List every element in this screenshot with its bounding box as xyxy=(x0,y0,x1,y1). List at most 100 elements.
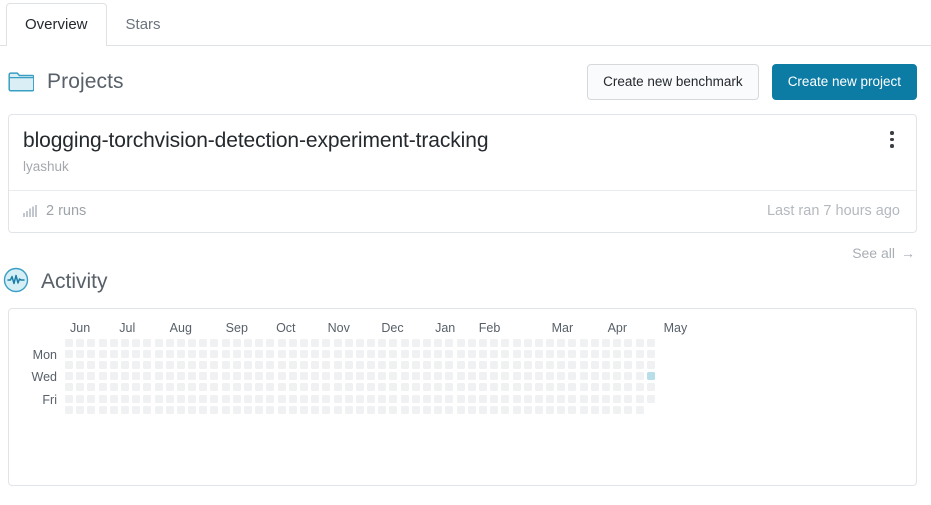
heatmap-day-cell[interactable] xyxy=(523,394,532,403)
heatmap-day-cell[interactable] xyxy=(367,383,376,392)
heatmap-day-cell[interactable] xyxy=(344,394,353,403)
heatmap-day-cell[interactable] xyxy=(367,338,376,347)
heatmap-day-cell[interactable] xyxy=(176,349,185,358)
heatmap-day-cell[interactable] xyxy=(199,372,208,381)
heatmap-day-cell[interactable] xyxy=(400,338,409,347)
heatmap-day-cell[interactable] xyxy=(389,349,398,358)
heatmap-day-cell[interactable] xyxy=(400,361,409,370)
heatmap-day-cell[interactable] xyxy=(188,383,197,392)
heatmap-day-cell[interactable] xyxy=(389,361,398,370)
heatmap-day-cell[interactable] xyxy=(109,394,118,403)
heatmap-day-cell[interactable] xyxy=(501,372,510,381)
heatmap-day-cell[interactable] xyxy=(490,372,499,381)
heatmap-day-cell[interactable] xyxy=(87,361,96,370)
heatmap-day-cell[interactable] xyxy=(534,349,543,358)
heatmap-day-cell[interactable] xyxy=(266,349,275,358)
heatmap-day-cell[interactable] xyxy=(534,383,543,392)
heatmap-day-cell[interactable] xyxy=(445,372,454,381)
heatmap-day-cell[interactable] xyxy=(624,338,633,347)
heatmap-day-cell[interactable] xyxy=(400,349,409,358)
heatmap-day-cell[interactable] xyxy=(98,383,107,392)
heatmap-day-cell[interactable] xyxy=(333,383,342,392)
heatmap-day-cell[interactable] xyxy=(355,394,364,403)
heatmap-day-cell[interactable] xyxy=(176,394,185,403)
heatmap-day-cell[interactable] xyxy=(288,383,297,392)
heatmap-day-cell[interactable] xyxy=(400,383,409,392)
heatmap-day-cell[interactable] xyxy=(389,372,398,381)
heatmap-day-cell[interactable] xyxy=(423,394,431,403)
heatmap-day-cell[interactable] xyxy=(244,394,252,403)
heatmap-day-cell[interactable] xyxy=(188,394,197,403)
heatmap-day-cell[interactable] xyxy=(456,349,465,358)
heatmap-day-cell[interactable] xyxy=(109,338,118,347)
heatmap-day-cell[interactable] xyxy=(602,349,610,358)
heatmap-day-cell[interactable] xyxy=(65,338,73,347)
heatmap-day-cell[interactable] xyxy=(378,405,387,414)
heatmap-day-cell[interactable] xyxy=(154,394,163,403)
heatmap-day-cell[interactable] xyxy=(411,383,420,392)
heatmap-day-cell[interactable] xyxy=(311,361,320,370)
heatmap-day-cell[interactable] xyxy=(143,394,152,403)
heatmap-day-cell[interactable] xyxy=(646,383,655,392)
heatmap-day-cell[interactable] xyxy=(344,349,353,358)
heatmap-day-cell[interactable] xyxy=(635,405,644,414)
heatmap-day-cell[interactable] xyxy=(378,394,387,403)
create-new-project-button[interactable]: Create new project xyxy=(771,64,917,100)
heatmap-day-cell[interactable] xyxy=(120,361,129,370)
heatmap-day-cell[interactable] xyxy=(87,405,96,414)
heatmap-day-cell[interactable] xyxy=(232,361,241,370)
heatmap-day-cell[interactable] xyxy=(613,405,622,414)
heatmap-day-cell[interactable] xyxy=(523,349,532,358)
heatmap-day-cell[interactable] xyxy=(87,372,96,381)
heatmap-day-cell[interactable] xyxy=(311,383,320,392)
heatmap-day-cell[interactable] xyxy=(266,338,275,347)
heatmap-day-cell[interactable] xyxy=(467,394,476,403)
heatmap-day-cell[interactable] xyxy=(534,394,543,403)
heatmap-day-cell[interactable] xyxy=(132,394,141,403)
heatmap-day-cell[interactable] xyxy=(154,372,163,381)
heatmap-day-cell[interactable] xyxy=(523,383,532,392)
heatmap-day-cell[interactable] xyxy=(423,349,431,358)
heatmap-day-cell[interactable] xyxy=(65,349,73,358)
heatmap-day-cell[interactable] xyxy=(624,349,633,358)
heatmap-day-cell[interactable] xyxy=(65,405,73,414)
heatmap-day-cell[interactable] xyxy=(579,394,588,403)
heatmap-day-cell[interactable] xyxy=(176,372,185,381)
heatmap-day-cell[interactable] xyxy=(602,361,610,370)
heatmap-day-cell[interactable] xyxy=(411,405,420,414)
project-card[interactable]: blogging-torchvision-detection-experimen… xyxy=(8,113,917,233)
heatmap-day-cell[interactable] xyxy=(165,383,174,392)
heatmap-day-cell[interactable] xyxy=(266,372,275,381)
heatmap-day-cell[interactable] xyxy=(143,349,152,358)
heatmap-day-cell[interactable] xyxy=(490,394,499,403)
see-all-link[interactable]: See all → xyxy=(852,245,915,261)
heatmap-day-cell[interactable] xyxy=(400,394,409,403)
heatmap-day-cell[interactable] xyxy=(613,361,622,370)
heatmap-day-cell[interactable] xyxy=(490,361,499,370)
heatmap-day-cell[interactable] xyxy=(76,361,85,370)
heatmap-day-cell[interactable] xyxy=(613,338,622,347)
heatmap-day-cell[interactable] xyxy=(434,383,443,392)
heatmap-day-cell[interactable] xyxy=(646,338,655,347)
heatmap-day-cell[interactable] xyxy=(232,338,241,347)
heatmap-day-cell[interactable] xyxy=(445,405,454,414)
heatmap-day-cell[interactable] xyxy=(266,405,275,414)
heatmap-day-cell[interactable] xyxy=(132,405,141,414)
heatmap-day-cell[interactable] xyxy=(389,383,398,392)
heatmap-day-cell[interactable] xyxy=(613,394,622,403)
heatmap-day-cell[interactable] xyxy=(244,372,252,381)
heatmap-day-cell[interactable] xyxy=(646,372,655,381)
heatmap-day-cell[interactable] xyxy=(255,361,264,370)
heatmap-day-cell[interactable] xyxy=(423,383,431,392)
heatmap-day-cell[interactable] xyxy=(456,372,465,381)
heatmap-day-cell[interactable] xyxy=(132,383,141,392)
heatmap-day-cell[interactable] xyxy=(277,383,286,392)
heatmap-day-cell[interactable] xyxy=(109,405,118,414)
heatmap-day-cell[interactable] xyxy=(76,338,85,347)
heatmap-day-cell[interactable] xyxy=(635,349,644,358)
heatmap-day-cell[interactable] xyxy=(624,405,633,414)
heatmap-day-cell[interactable] xyxy=(546,372,555,381)
heatmap-day-cell[interactable] xyxy=(76,405,85,414)
heatmap-day-cell[interactable] xyxy=(590,405,599,414)
heatmap-day-cell[interactable] xyxy=(299,394,308,403)
